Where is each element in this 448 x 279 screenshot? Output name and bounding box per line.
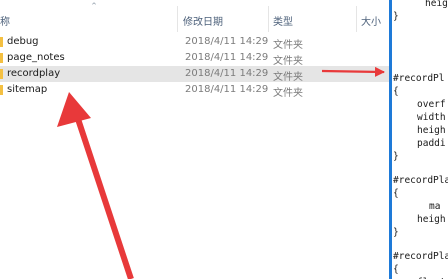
file-name: recordplay — [7, 68, 61, 79]
column-divider[interactable] — [268, 6, 269, 32]
column-size[interactable]: 大小 — [361, 13, 381, 28]
code-line: } — [393, 227, 399, 238]
folder-icon — [0, 37, 3, 47]
code-line: } — [393, 11, 399, 22]
folder-icon — [0, 85, 3, 95]
sort-caret-icon: ⌃ — [90, 2, 98, 12]
column-type[interactable]: 类型 — [273, 13, 293, 28]
file-date: 2018/4/11 14:29 — [185, 84, 269, 95]
column-name[interactable]: 称 — [0, 13, 10, 28]
column-divider[interactable] — [356, 6, 357, 32]
file-row-page-notes[interactable]: page_notes 2018/4/11 14:29 文件夹 — [0, 50, 389, 67]
code-line: overf — [417, 99, 446, 110]
code-line: paddi — [417, 138, 446, 149]
file-explorer: ⌃ 称 修改日期 类型 大小 debug 2018/4/11 14:29 文件夹… — [0, 0, 389, 279]
file-date: 2018/4/11 14:29 — [185, 36, 269, 47]
folder-icon — [0, 69, 3, 79]
file-type: 文件夹 — [273, 72, 303, 83]
code-line: { — [393, 264, 399, 275]
file-name: sitemap — [7, 84, 48, 95]
file-type: 文件夹 — [273, 56, 303, 67]
file-name: debug — [7, 36, 39, 47]
column-header: ⌃ 称 修改日期 类型 大小 — [0, 0, 389, 34]
code-line: ma — [429, 201, 441, 212]
code-line: #recordPla — [393, 175, 448, 186]
column-modified[interactable]: 修改日期 — [183, 13, 223, 28]
code-line: { — [393, 86, 399, 97]
code-line: } — [393, 151, 399, 162]
file-row-sitemap[interactable]: sitemap 2018/4/11 14:29 文件夹 — [0, 82, 389, 99]
code-line: #recordPla — [393, 251, 448, 262]
file-date: 2018/4/11 14:29 — [185, 68, 269, 79]
folder-icon — [0, 53, 3, 63]
code-line: #recordPl — [393, 73, 445, 84]
code-line: heigh — [425, 0, 448, 9]
file-row-debug[interactable]: debug 2018/4/11 14:29 文件夹 — [0, 34, 389, 51]
code-line: heigh — [417, 125, 446, 136]
code-line: width — [417, 112, 446, 123]
file-type: 文件夹 — [273, 88, 303, 99]
file-type: 文件夹 — [273, 40, 303, 51]
code-line: { — [393, 188, 399, 199]
code-editor-pane[interactable]: heigh } #recordPl { overf width heigh pa… — [392, 0, 448, 279]
code-line: heigh — [417, 214, 446, 225]
file-row-recordplay[interactable]: recordplay 2018/4/11 14:29 文件夹 — [0, 66, 389, 83]
file-date: 2018/4/11 14:29 — [185, 52, 269, 63]
file-name: page_notes — [7, 52, 65, 63]
column-divider[interactable] — [177, 6, 178, 32]
